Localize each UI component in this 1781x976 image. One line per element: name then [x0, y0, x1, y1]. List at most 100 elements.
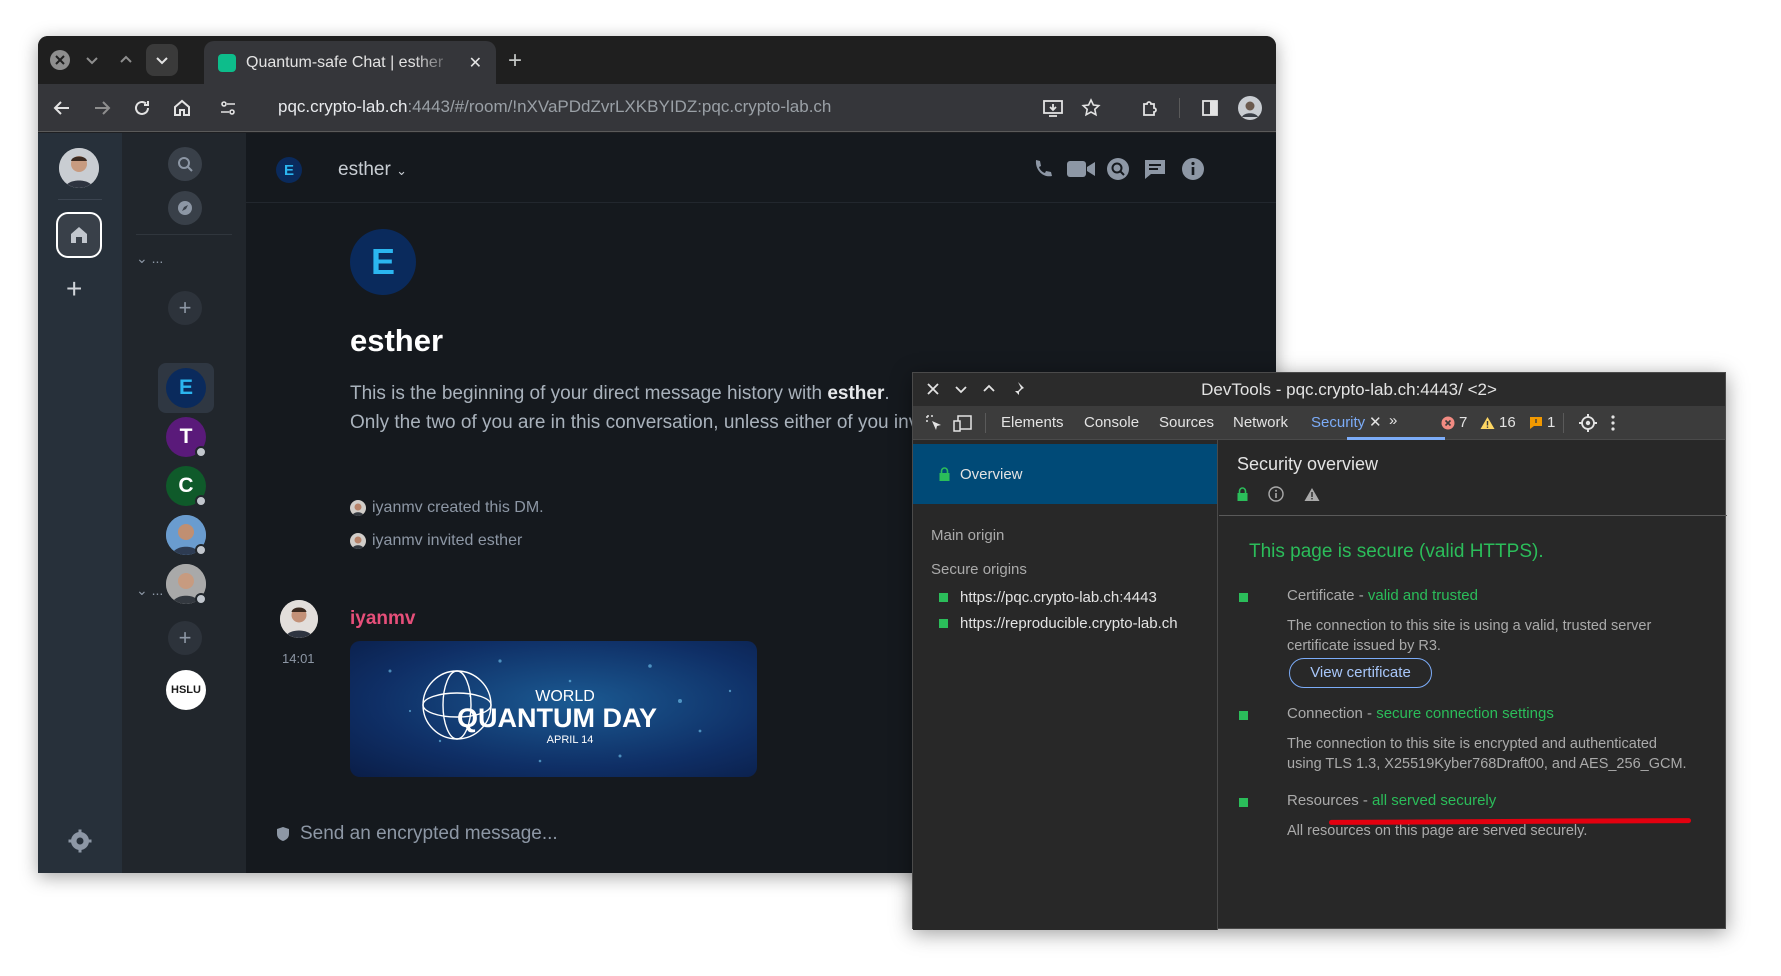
tab-console[interactable]: Console: [1084, 414, 1139, 431]
room-search-header-icon[interactable]: [1106, 157, 1130, 181]
origin-url: https://pqc.crypto-lab.ch:4443: [960, 589, 1157, 606]
error-icon: [1441, 416, 1455, 430]
profile-avatar-icon[interactable]: [1238, 96, 1262, 120]
certificate-label: Certificate -: [1287, 587, 1368, 604]
settings-gear-icon[interactable]: [1579, 414, 1597, 432]
error-counter[interactable]: 7: [1441, 414, 1467, 431]
intro-name[interactable]: esther: [827, 383, 884, 404]
threads-icon[interactable]: [1143, 157, 1167, 181]
room-avatar-t[interactable]: T: [166, 417, 207, 458]
intro-line-1: This is the beginning of your direct mes…: [350, 383, 890, 405]
section-header-rooms[interactable]: ⌄ ...: [136, 582, 163, 599]
secure-square-icon: [1239, 798, 1248, 807]
event-avatar: [350, 533, 366, 549]
add-room-button[interactable]: +: [168, 291, 202, 325]
new-tab-icon[interactable]: +: [508, 47, 522, 75]
more-tabs-icon[interactable]: »: [1389, 412, 1397, 429]
tab-elements[interactable]: Elements: [1001, 414, 1064, 431]
sender-avatar[interactable]: [280, 600, 318, 638]
presence-dot: [195, 446, 207, 458]
tab-search-button[interactable]: [146, 44, 178, 76]
inspect-element-icon[interactable]: [925, 414, 943, 432]
room-avatar-c[interactable]: C: [166, 466, 207, 507]
create-space-icon[interactable]: +: [66, 275, 82, 303]
tab-sources[interactable]: Sources: [1159, 414, 1214, 431]
room-avatar-photo-2[interactable]: [166, 564, 207, 605]
event-invited: iyanmv invited esther: [350, 532, 522, 550]
connection-label: Connection -: [1287, 705, 1377, 722]
room-avatar-photo-1[interactable]: [166, 515, 207, 556]
tab-quantum-safe-chat[interactable]: Quantum-safe Chat | esther ✕: [204, 41, 496, 84]
presence-dot: [195, 544, 207, 556]
connection-description: The connection to this site is encrypted…: [1287, 734, 1707, 774]
chevron-up-icon[interactable]: [114, 48, 138, 72]
install-app-icon[interactable]: [1041, 96, 1065, 120]
info-icon: [1268, 486, 1284, 502]
tab-security[interactable]: Security: [1311, 414, 1365, 431]
view-certificate-button[interactable]: View certificate: [1289, 658, 1432, 688]
browser-menu-icon[interactable]: [1274, 96, 1276, 120]
room-avatar-esther[interactable]: E: [166, 368, 206, 408]
issues-counter[interactable]: 1: [1529, 414, 1555, 431]
security-overview-title: Security overview: [1237, 454, 1379, 474]
resources-label: Resources -: [1287, 792, 1373, 809]
devtools-tabbar: Elements Console Sources Network Securit…: [913, 406, 1725, 440]
shield-icon: [276, 826, 290, 842]
secure-square-icon: [1239, 593, 1248, 602]
tab-network[interactable]: Network: [1233, 414, 1288, 431]
extensions-icon[interactable]: [1138, 96, 1162, 120]
quick-settings-icon[interactable]: [68, 829, 92, 853]
user-avatar[interactable]: [59, 148, 99, 188]
overview-item[interactable]: Overview: [913, 444, 1217, 504]
voice-call-icon[interactable]: [1031, 157, 1055, 181]
add-room-button-2[interactable]: +: [168, 621, 202, 655]
connection-desc-line-1: The connection to this site is encrypted…: [1287, 736, 1657, 752]
event-created: iyanmv created this DM.: [350, 499, 544, 517]
security-state-icons: [1237, 486, 1320, 502]
forward-icon[interactable]: [90, 96, 114, 120]
origin-item[interactable]: https://reproducible.crypto-lab.ch: [939, 615, 1178, 632]
room-avatar-hslu[interactable]: HSLU: [166, 670, 206, 710]
reload-icon[interactable]: [130, 96, 154, 120]
back-icon[interactable]: [50, 96, 74, 120]
certificate-status: valid and trusted: [1367, 587, 1478, 604]
room-title: esther: [350, 323, 444, 358]
section-header-people[interactable]: ⌄ ...: [136, 250, 163, 267]
room-header: E esther ⌄: [246, 133, 1276, 203]
chevron-down-icon[interactable]: [80, 48, 104, 72]
origin-item[interactable]: https://pqc.crypto-lab.ch:4443: [939, 589, 1157, 606]
connection-desc-line-2: using TLS 1.3, X25519Kyber768Draft00, an…: [1287, 756, 1687, 772]
tab-close-icon[interactable]: ✕: [469, 53, 482, 73]
chevron-down-icon: ⌄: [136, 250, 152, 266]
tab-divider: [985, 413, 986, 433]
home-space-button[interactable]: [56, 212, 102, 258]
room-list-divider: [136, 234, 232, 235]
site-info-icon[interactable]: [216, 96, 240, 120]
world-quantum-day-image[interactable]: WORLD QUANTUM DAY APRIL 14: [350, 641, 757, 777]
explore-compass-icon[interactable]: [168, 191, 202, 225]
room-search-icon[interactable]: [168, 147, 202, 181]
header-room-avatar[interactable]: E: [276, 157, 302, 183]
main-origin-label: Main origin: [931, 527, 1005, 544]
customize-menu-icon[interactable]: [1611, 415, 1615, 431]
room-name-dropdown[interactable]: esther ⌄: [338, 159, 407, 181]
room-info-icon[interactable]: [1181, 157, 1205, 181]
close-window-icon[interactable]: [48, 48, 72, 72]
bookmark-star-icon[interactable]: [1079, 96, 1103, 120]
tab-title: Quantum-safe Chat | esther: [246, 54, 444, 71]
home-icon[interactable]: [170, 96, 194, 120]
side-panel-icon[interactable]: [1198, 96, 1222, 120]
message-sender[interactable]: iyanmv: [350, 608, 415, 630]
secure-square-icon: [939, 619, 948, 628]
room-avatar-letter: T: [179, 425, 193, 448]
device-toolbar-icon[interactable]: [953, 414, 973, 432]
video-call-icon[interactable]: [1066, 157, 1096, 181]
message-composer[interactable]: Send an encrypted message...: [276, 823, 558, 845]
address-bar[interactable]: pqc.crypto-lab.ch:4443/#/room/!nXVaPDdZv…: [278, 97, 831, 117]
room-large-avatar: E: [350, 229, 416, 295]
warning-counter[interactable]: 16: [1480, 414, 1516, 431]
close-tab-icon[interactable]: ✕: [1369, 413, 1382, 431]
room-list: ⌄ ... + E T C ⌄ ... + HSLU: [122, 133, 246, 873]
issue-flag-icon: [1529, 416, 1543, 430]
hslu-logo-text: HSLU: [171, 684, 201, 696]
